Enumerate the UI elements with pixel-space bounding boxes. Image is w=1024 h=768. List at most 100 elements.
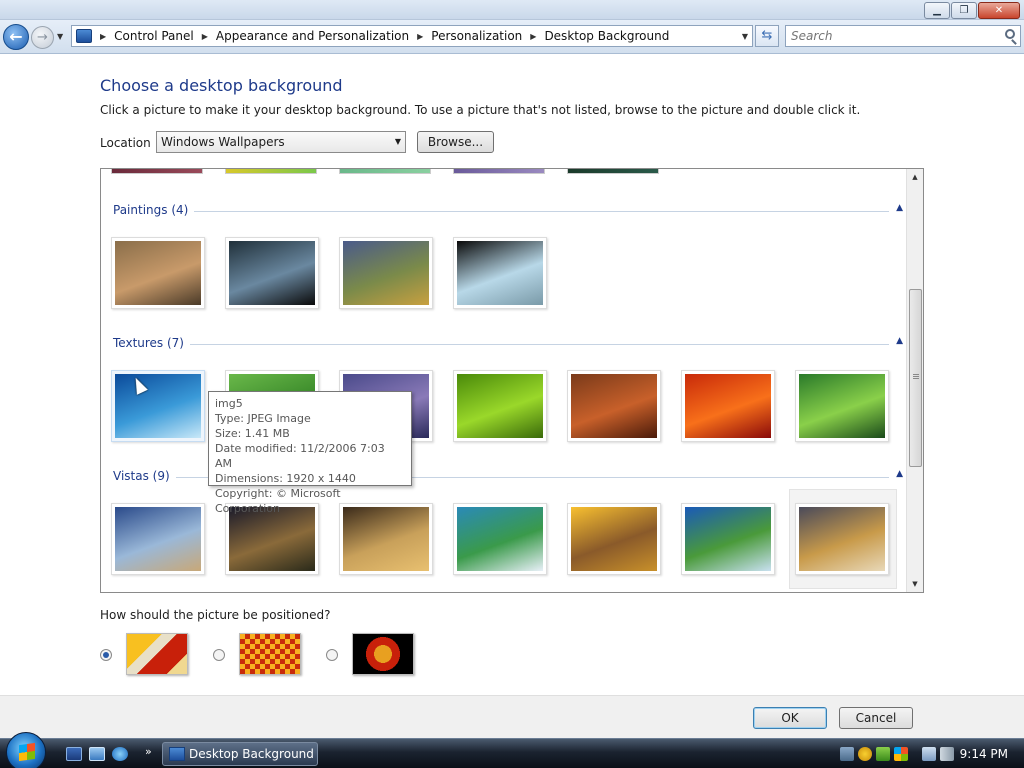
- control-panel-icon: [76, 29, 92, 43]
- wallpaper-thumbnail[interactable]: [567, 503, 661, 575]
- collapse-icon[interactable]: ▲: [896, 469, 903, 479]
- taskbar-window-desktop-background[interactable]: Desktop Background: [162, 742, 318, 766]
- recent-pages-dropdown[interactable]: ▼: [57, 32, 63, 41]
- system-tray: 9:14 PM: [830, 739, 1024, 768]
- location-value: Windows Wallpapers: [161, 135, 285, 149]
- wallpaper-thumbnail[interactable]: [453, 370, 547, 442]
- group-title[interactable]: Textures (7): [113, 336, 190, 350]
- start-button[interactable]: [6, 732, 46, 768]
- clock[interactable]: 9:14 PM: [960, 747, 1008, 761]
- chevron-down-icon: ▼: [57, 32, 64, 41]
- position-center-preview[interactable]: [352, 633, 414, 675]
- wallpaper-thumbnail[interactable]: [681, 370, 775, 442]
- show-desktop-icon[interactable]: [66, 747, 82, 761]
- page-description: Click a picture to make it your desktop …: [100, 103, 861, 117]
- position-center-radio[interactable]: [326, 649, 338, 661]
- tooltip-dimensions: Dimensions: 1920 x 1440: [215, 472, 356, 485]
- forward-arrow-icon: →: [37, 30, 48, 45]
- position-tile-radio[interactable]: [213, 649, 225, 661]
- scroll-up-icon[interactable]: ▲: [907, 169, 923, 185]
- search-input[interactable]: [786, 26, 986, 46]
- collapse-icon[interactable]: ▲: [896, 336, 903, 346]
- chevron-right-icon[interactable]: ▶: [100, 32, 106, 41]
- wallpaper-gallery: ▲ ▼ Paintings (4) ▲ Textures (7) ▲ Vistas (9…: [100, 168, 924, 593]
- volume-muted-icon[interactable]: [940, 747, 954, 761]
- breadcrumb-control-panel[interactable]: Control Panel: [114, 29, 194, 43]
- security-shield-icon[interactable]: [858, 747, 872, 761]
- search-icon[interactable]: [1005, 29, 1015, 39]
- windows-flag-icon[interactable]: [894, 747, 908, 761]
- wallpaper-thumbnail[interactable]: [225, 169, 317, 174]
- page-title: Choose a desktop background: [100, 76, 343, 95]
- position-fill-preview[interactable]: [126, 633, 188, 675]
- safely-remove-icon[interactable]: [840, 747, 854, 761]
- group-title[interactable]: Paintings (4): [113, 203, 195, 217]
- wallpaper-image: [229, 507, 315, 571]
- wallpaper-thumbnail[interactable]: [795, 370, 889, 442]
- wallpaper-thumbnail[interactable]: [111, 237, 205, 309]
- breadcrumb[interactable]: ▶ Control Panel ▶ Appearance and Persona…: [71, 25, 753, 47]
- position-fill-radio[interactable]: [100, 649, 112, 661]
- position-question: How should the picture be positioned?: [100, 608, 331, 622]
- address-bar: ← → ▼ ▶ Control Panel ▶ Appearance and P…: [0, 20, 1024, 54]
- main-content: Choose a desktop background Click a pict…: [0, 55, 1024, 695]
- wallpaper-thumbnail[interactable]: [111, 169, 203, 174]
- search-box[interactable]: [785, 25, 1021, 47]
- group-header[interactable]: Textures (7) ▲: [113, 336, 905, 352]
- wallpaper-thumbnail[interactable]: [681, 503, 775, 575]
- wallpaper-thumbnail[interactable]: [111, 370, 205, 442]
- ok-button[interactable]: OK: [753, 707, 827, 729]
- wallpaper-image: [115, 507, 201, 571]
- wallpaper-thumbnail[interactable]: [567, 169, 659, 174]
- breadcrumb-personalization[interactable]: Personalization: [431, 29, 522, 43]
- position-tile-preview[interactable]: [239, 633, 301, 675]
- wallpaper-image: [571, 507, 657, 571]
- chevron-down-icon: ▼: [394, 137, 401, 146]
- refresh-button[interactable]: ⇆: [755, 25, 779, 47]
- browse-button[interactable]: Browse...: [417, 131, 494, 153]
- wallpaper-image: [229, 241, 315, 305]
- minimize-button[interactable]: ▁: [924, 2, 950, 19]
- wallpaper-thumbnail[interactable]: [567, 370, 661, 442]
- wallpaper-image: [343, 507, 429, 571]
- close-button[interactable]: ✕: [978, 2, 1020, 19]
- wallpaper-thumbnail[interactable]: [453, 237, 547, 309]
- chevron-right-icon[interactable]: ▶: [530, 32, 536, 41]
- switch-windows-icon[interactable]: [89, 747, 105, 761]
- scroll-down-icon[interactable]: ▼: [907, 576, 923, 592]
- refresh-icon: ⇆: [761, 28, 773, 43]
- maximize-button[interactable]: ❐: [951, 2, 977, 19]
- wallpaper-thumbnail[interactable]: [795, 503, 889, 575]
- wallpaper-thumbnail[interactable]: [225, 237, 319, 309]
- location-select[interactable]: Windows Wallpapers ▼: [156, 131, 406, 153]
- collapse-icon[interactable]: ▲: [896, 203, 903, 213]
- group-title[interactable]: Vistas (9): [113, 469, 176, 483]
- wallpaper-thumbnail[interactable]: [453, 503, 547, 575]
- tooltip-copyright: Copyright: © Microsoft Corporation: [215, 487, 341, 515]
- gallery-scrollbar[interactable]: ▲ ▼: [906, 169, 923, 592]
- breadcrumb-appearance[interactable]: Appearance and Personalization: [216, 29, 409, 43]
- wallpaper-image: [799, 374, 885, 438]
- tooltip-file-type: Type: JPEG Image: [215, 412, 311, 425]
- windows-logo-icon: [19, 742, 35, 762]
- wallpaper-thumbnail[interactable]: [111, 503, 205, 575]
- windows-update-icon[interactable]: [876, 747, 890, 761]
- scrollbar-thumb[interactable]: [909, 289, 922, 467]
- chevron-right-icon[interactable]: ▶: [202, 32, 208, 41]
- tooltip-file-name: img5: [215, 397, 243, 410]
- breadcrumb-desktop-background[interactable]: Desktop Background: [544, 29, 669, 43]
- control-panel-icon: [169, 747, 185, 761]
- internet-explorer-icon[interactable]: [112, 747, 128, 761]
- forward-button[interactable]: →: [31, 26, 54, 49]
- wallpaper-thumbnail[interactable]: [453, 169, 545, 174]
- wallpaper-thumbnail[interactable]: [339, 237, 433, 309]
- network-icon[interactable]: [922, 747, 936, 761]
- cancel-button[interactable]: Cancel: [839, 707, 913, 729]
- back-button[interactable]: ←: [3, 24, 29, 50]
- group-header[interactable]: Paintings (4) ▲: [113, 203, 905, 219]
- wallpaper-thumbnail[interactable]: [339, 169, 431, 174]
- quicklaunch-more-button[interactable]: »: [145, 745, 152, 758]
- wallpaper-image: [115, 241, 201, 305]
- chevron-right-icon[interactable]: ▶: [417, 32, 423, 41]
- address-dropdown-icon[interactable]: ▼: [742, 32, 748, 41]
